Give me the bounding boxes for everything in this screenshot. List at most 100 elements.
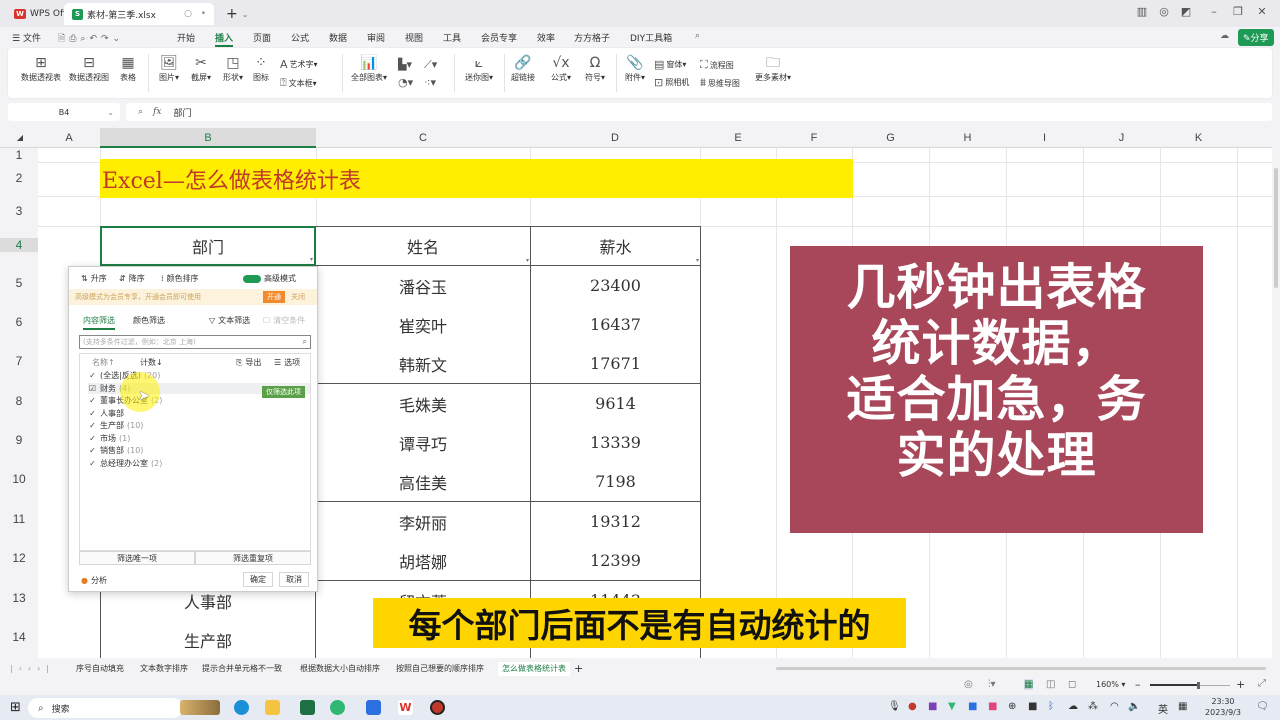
zoom-formula-icon[interactable]: ⌕ [138, 107, 143, 117]
normal-view-button[interactable]: ▦ [1024, 679, 1034, 690]
quick-access-toolbar[interactable]: 🗎⎙⌕↶↷⌄ [58, 31, 124, 47]
sheet-tab[interactable]: 文本数字排序 [140, 662, 188, 676]
row-header[interactable]: 11 [0, 512, 38, 526]
filter-list-item[interactable]: ✓ 总经理办公室 (2) [88, 458, 162, 469]
wps-taskbar-icon[interactable]: W [398, 700, 413, 715]
horizontal-scrollbar[interactable] [776, 667, 1266, 670]
filter-search-input[interactable]: (支持多条件过滤，例如：北京 上海) ⌕ [79, 335, 311, 349]
onedrive-icon[interactable]: ☁ [1068, 701, 1078, 712]
checkbox[interactable]: ✓ [88, 434, 97, 443]
filter-list-item[interactable]: ✓ 市场 (1) [88, 433, 130, 444]
row-header[interactable]: 2 [0, 171, 38, 185]
export-button[interactable]: ⎘ 导出 [236, 357, 261, 368]
filter-list-item[interactable]: ✓ 生产部 (10) [88, 420, 143, 431]
menu-insert[interactable]: 插入 [215, 31, 234, 47]
filter-list-item[interactable]: ✓ 销售部 (10) [88, 445, 143, 456]
app-u-icon[interactable] [366, 700, 381, 715]
cloud-icon[interactable]: ☁ [1220, 31, 1229, 41]
column-header-b[interactable]: B [100, 128, 316, 148]
open-membership-button[interactable]: 开通 [263, 291, 285, 303]
row-header[interactable]: 8 [0, 394, 38, 408]
table-cell-name[interactable]: 高佳美 [315, 462, 531, 502]
ime-mode-icon[interactable]: ▦ [1178, 701, 1187, 712]
cancel-button[interactable]: 取消 [279, 572, 309, 587]
table-cell-name[interactable]: 胡塔娜 [315, 541, 531, 581]
tray-onenote-icon[interactable]: ■ [928, 701, 937, 712]
camera-button[interactable]: ⊡ 照相机 [654, 76, 689, 89]
new-tab-button[interactable]: + ⌄ [218, 3, 256, 25]
menu-page[interactable]: 页面 [253, 31, 271, 44]
search-icon[interactable]: ⌕ [695, 31, 700, 41]
sheet-tab[interactable]: 提示合并单元格不一致 [202, 662, 282, 676]
sparkline-button[interactable]: ⟀ 迷你图▾ [460, 54, 498, 83]
pie-chart-button[interactable]: ◔▾ [398, 76, 413, 89]
tray-app-icon[interactable]: ■ [968, 701, 977, 712]
checkbox[interactable]: ✓ [88, 409, 97, 418]
icons-button[interactable]: ⁘ 图标 [250, 54, 272, 83]
table-cell-salary[interactable]: 19312 [530, 502, 701, 542]
tab-close-icon[interactable]: • [201, 9, 206, 19]
checkbox[interactable]: ✓ [88, 396, 97, 405]
network-icon[interactable]: ⁂ [1088, 701, 1098, 712]
bluetooth-icon[interactable]: ᛒ [1048, 701, 1054, 712]
menu-diy-toolbox[interactable]: DIY工具箱 [630, 31, 672, 44]
wifi-icon[interactable]: ◠ [1110, 701, 1119, 712]
menu-data[interactable]: 数据 [329, 31, 347, 44]
page-break-view-button[interactable]: ◻ [1068, 679, 1076, 690]
row-header[interactable]: 1 [0, 148, 38, 162]
options-button[interactable]: ☰ 选项 [274, 357, 300, 368]
filter-duplicate-button[interactable]: 筛选重复项 [195, 551, 311, 565]
row-header[interactable]: 5 [0, 276, 38, 290]
zoom-level-select[interactable]: 160% ▾ [1096, 680, 1125, 689]
only-filter-this-button[interactable]: 仅筛选此项 [262, 386, 305, 398]
taskbar-search[interactable]: ⌕ 搜索 [28, 698, 183, 718]
vertical-scrollbar[interactable] [1272, 148, 1280, 658]
menu-member[interactable]: 会员专享 [481, 31, 517, 44]
sort-ascending-button[interactable]: ⇅ 升序 [81, 273, 107, 284]
minimize-button[interactable]: – [1206, 5, 1222, 18]
recorder-icon[interactable] [430, 700, 445, 715]
menu-view[interactable]: 视图 [405, 31, 423, 44]
tab-document[interactable]: S 素材-第三季.xlsx ○ • [64, 3, 214, 25]
volume-icon[interactable]: 🔈 [1128, 701, 1140, 712]
sort-by-name-header[interactable]: 名称↑ [92, 357, 115, 368]
textbox-button[interactable]: ⍰ 文本框▾ [280, 76, 317, 90]
sort-descending-button[interactable]: ⇵ 降序 [119, 273, 145, 284]
checkbox[interactable]: ✓ [88, 446, 97, 455]
hyperlink-button[interactable]: 🔗 超链接 [508, 54, 538, 83]
scatter-chart-button[interactable]: ⁖▾ [424, 76, 436, 89]
pivot-table-button[interactable]: ⊞ 数据透视表 [18, 54, 64, 83]
excel-icon[interactable] [300, 700, 315, 715]
ok-button[interactable]: 确定 [243, 572, 273, 587]
skin-icon[interactable]: ◎ [1156, 5, 1172, 18]
formula-button[interactable]: √x 公式▾ [546, 54, 576, 83]
filter-dropdown-icon[interactable]: ▾ [310, 256, 313, 263]
checkbox[interactable]: ✓ [88, 421, 97, 430]
menu-tools[interactable]: 工具 [443, 31, 461, 44]
more-assets-button[interactable]: 🗀 更多素材▾ [750, 54, 796, 83]
clock[interactable]: 23:30 2023/9/3 [1198, 696, 1248, 718]
row-header[interactable]: 13 [0, 591, 38, 605]
menu-fangfang[interactable]: 方方格子 [574, 31, 610, 44]
column-header-a[interactable]: A [38, 128, 100, 148]
toggle-switch[interactable] [243, 274, 261, 283]
share-button[interactable]: ✎分享 [1238, 29, 1274, 46]
table-cell-name[interactable]: 潘谷玉 [315, 266, 531, 306]
sort-by-color-button[interactable]: ⁞ 颜色排序 [161, 273, 199, 284]
freeze-icon[interactable]: ⫶▾ [988, 679, 996, 690]
sheet-nav-buttons[interactable]: |‹‹›| [10, 662, 55, 676]
tray-app-icon[interactable]: ■ [988, 701, 997, 712]
shape-button[interactable]: ◳ 形状▾ [218, 54, 248, 83]
close-notice-button[interactable]: 关闭 [291, 292, 305, 302]
scrollbar-thumb[interactable] [1274, 168, 1278, 288]
column-header-h[interactable]: H [929, 128, 1006, 148]
header-cell-salary[interactable]: 薪水 ▾ [530, 226, 701, 266]
mindmap-button[interactable]: ⩩ 思维导图 [700, 76, 740, 90]
sheet-tab[interactable]: 序号自动填充 [76, 662, 124, 676]
row-header[interactable]: 3 [0, 204, 38, 218]
header-cell-name[interactable]: 姓名 ▾ [315, 226, 531, 266]
table-cell-name[interactable]: 李妍丽 [315, 502, 531, 542]
text-filter-button[interactable]: ▽ 文本筛选 [209, 315, 250, 326]
screenshot-button[interactable]: ✂ 截屏▾ [186, 54, 216, 83]
picture-button[interactable]: 🖼 图片▾ [154, 54, 184, 83]
